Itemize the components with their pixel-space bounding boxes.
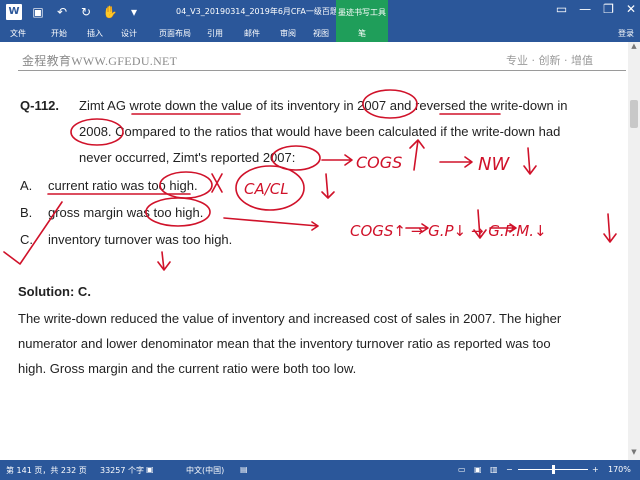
page-header-left: 金程教育WWW.GFEDU.NET [22, 54, 178, 68]
tab-pen[interactable]: 笔 [336, 26, 388, 42]
scroll-thumb[interactable] [630, 100, 638, 128]
ink-chain-down-2 [603, 213, 617, 243]
ink-arrow-to-nw [439, 156, 473, 168]
ink-x-mark [211, 173, 223, 193]
zoom-slider-thumb[interactable] [552, 465, 555, 474]
question-number: Q-112. [20, 98, 60, 113]
view-read-icon[interactable]: ▭ [458, 465, 466, 474]
word-app-icon[interactable]: W [6, 4, 22, 20]
undo-icon[interactable]: ↶ [54, 4, 70, 20]
ink-line-option-b [223, 217, 319, 231]
minimize-icon[interactable]: — [579, 2, 591, 16]
header-divider [18, 70, 626, 71]
restore-icon[interactable]: ❐ [603, 2, 614, 16]
language[interactable]: 中文(中国) [186, 465, 224, 476]
ink-down-arrow-c [157, 251, 171, 271]
option-a-letter: A. [20, 178, 33, 193]
page-header-right: 专业 · 创新 · 增值 [506, 54, 593, 67]
solution-label: Solution: C. [18, 284, 91, 299]
word-count[interactable]: 33257 个字 [100, 465, 144, 476]
touch-mode-icon[interactable]: ✋ [102, 4, 118, 20]
tab-references[interactable]: 引用 [200, 26, 230, 42]
tab-insert[interactable]: 插入 [80, 26, 110, 42]
option-b-letter: B. [20, 205, 33, 220]
quick-access-toolbar: W ▣ ↶ ↻ ✋ ▾ [6, 4, 142, 20]
save-icon[interactable]: ▣ [30, 4, 46, 20]
page-count[interactable]: 第 141 页，共 232 页 [6, 465, 87, 476]
ink-up-arrow [409, 139, 425, 171]
option-c-letter: C. [20, 232, 33, 247]
tab-design[interactable]: 设计 [114, 26, 144, 42]
redo-icon[interactable]: ↻ [78, 4, 94, 20]
zoom-in-icon[interactable]: + [592, 465, 599, 474]
option-c-text: inventory turnover was too high. [48, 232, 233, 247]
tab-mailings[interactable]: 邮件 [237, 26, 267, 42]
ink-circle-ca-cl [235, 165, 305, 211]
document-page[interactable]: 金程教育WWW.GFEDU.NET 专业 · 创新 · 增值 Q-112. Zi… [0, 42, 628, 460]
scroll-up-icon[interactable]: ▲ [628, 42, 640, 52]
ink-text-chain: COGS↑ → G.P↓ → G.P.M.↓ [350, 222, 547, 240]
zoom-level[interactable]: 170% [608, 465, 631, 474]
ink-down-arrow-nw [523, 147, 537, 175]
macro-icon[interactable]: ▤ [240, 465, 248, 474]
tab-view[interactable]: 视图 [306, 26, 336, 42]
view-print-icon[interactable]: ▣ [474, 465, 482, 474]
window-controls: ▭ — ❐ ✕ [556, 2, 636, 16]
proofing-icon[interactable]: ▣ [146, 465, 154, 474]
solution-line-1: The write-down reduced the value of inve… [18, 311, 562, 326]
ink-chain-arrow-2 [489, 223, 517, 233]
tab-layout[interactable]: 页面布局 [150, 26, 200, 42]
ink-arrow-to-cogs [321, 154, 353, 166]
ink-text-cogs: COGS [356, 153, 402, 172]
zoom-out-icon[interactable]: − [506, 465, 513, 474]
ink-text-nw: NW [478, 154, 510, 175]
status-bar: 第 141 页，共 232 页 33257 个字 ▣ 中文(中国) ▤ ▭ ▣ … [0, 460, 640, 480]
ink-down-arrow-ca [321, 173, 335, 199]
ribbon-display-icon[interactable]: ▭ [556, 2, 567, 16]
tab-file[interactable]: 文件 [0, 26, 36, 42]
vertical-scrollbar[interactable]: ▲ ▼ [628, 42, 640, 460]
question-line-1: Zimt AG wrote down the value of its inve… [79, 98, 568, 113]
tab-review[interactable]: 审阅 [273, 26, 303, 42]
question-line-2: 2008. Compared to the ratios that would … [79, 124, 561, 139]
ink-text-ca-cl: CA/CL [244, 180, 289, 198]
ink-chain-down-1 [473, 209, 487, 239]
title-bar: W ▣ ↶ ↻ ✋ ▾ 04_V3_20190314_2019年6月CFA一级百… [0, 0, 640, 26]
close-icon[interactable]: ✕ [626, 2, 636, 16]
option-b-text: gross margin was too high. [48, 205, 204, 220]
view-web-icon[interactable]: ▥ [490, 465, 498, 474]
document-title: 04_V3_20190314_2019年6月CFA一级百题... [176, 7, 341, 16]
option-a-text: current ratio was too high. [48, 178, 198, 193]
solution-line-2: numerator and lower denominator mean tha… [18, 336, 551, 351]
ribbon-tabs: 文件 开始 插入 设计 页面布局 引用 邮件 审阅 视图 笔 登录 [0, 26, 640, 42]
customize-qat-icon[interactable]: ▾ [126, 4, 142, 20]
tab-home[interactable]: 开始 [44, 26, 74, 42]
scroll-down-icon[interactable]: ▼ [628, 448, 640, 458]
sign-in-link[interactable]: 登录 [618, 26, 634, 42]
question-line-3: never occurred, Zimt's reported 2007: [79, 150, 296, 165]
ink-chain-arrow-1 [405, 223, 429, 233]
solution-line-3: high. Gross margin and the current ratio… [18, 361, 357, 376]
context-group-label: 墨迹书写工具 [336, 0, 388, 26]
